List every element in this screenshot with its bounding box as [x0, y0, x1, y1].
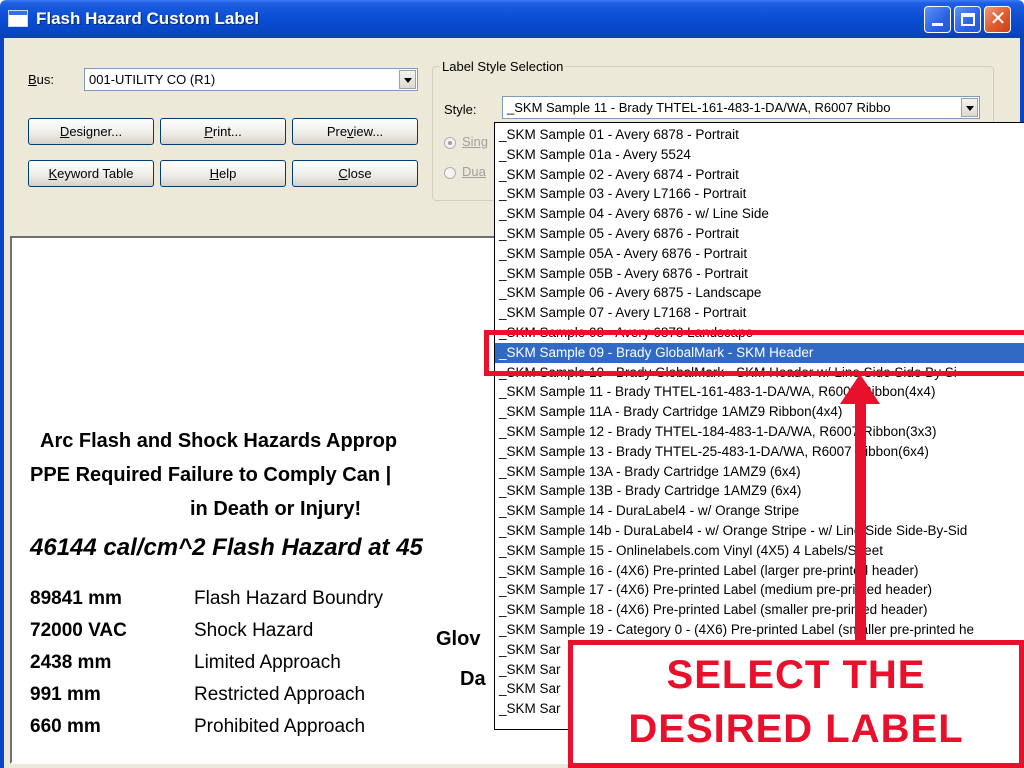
preview-heading-3: in Death or Injury!: [190, 498, 362, 520]
app-window-icon: [8, 10, 28, 27]
preview-flash-line: 46144 cal/cm^2 Flash Hazard at 45: [30, 534, 423, 561]
preview-row-value: 2438 mm: [30, 652, 112, 673]
bus-select-value: 001-UTILITY CO (R1): [89, 72, 216, 87]
keyword-label: eyword Table: [57, 166, 134, 181]
chevron-down-icon[interactable]: [399, 70, 416, 89]
dropdown-option[interactable]: _SKM Sample 04 - Avery 6876 - w/ Line Si…: [495, 204, 1024, 224]
preview-danger-partial: Da: [460, 668, 486, 690]
highlight-box: [484, 330, 1024, 376]
print-accel: P: [204, 124, 213, 139]
dropdown-option[interactable]: _SKM Sample 05A - Avery 6876 - Portrait: [495, 244, 1024, 264]
window-title: Flash Hazard Custom Label: [36, 9, 259, 28]
preview-label: iew...: [353, 124, 384, 139]
preview-row-value: 991 mm: [30, 684, 101, 705]
dropdown-option[interactable]: _SKM Sample 13B - Brady Cartridge 1AMZ9 …: [495, 481, 1024, 501]
close-button[interactable]: Close: [292, 160, 418, 187]
preview-button[interactable]: Preview...: [292, 118, 418, 145]
help-accel: H: [209, 166, 220, 181]
callout-line-1: SELECT THE: [666, 653, 926, 697]
preview-heading-2: PPE Required Failure to Comply Can |: [30, 464, 392, 486]
dropdown-option[interactable]: _SKM Sample 11A - Brady Cartridge 1AMZ9 …: [495, 402, 1024, 422]
dropdown-option[interactable]: _SKM Sample 15 - Onlinelabels.com Vinyl …: [495, 541, 1024, 561]
callout-line-2: DESIRED LABEL: [628, 707, 964, 751]
bus-label: Bus:: [28, 72, 54, 87]
label-style-group-title: Label Style Selection: [440, 59, 566, 74]
title-bar[interactable]: Flash Hazard Custom Label ✕: [0, 0, 1024, 38]
preview-row-desc: Limited Approach: [194, 652, 341, 673]
dual-radio[interactable]: [444, 167, 456, 179]
style-select[interactable]: _SKM Sample 11 - Brady THTEL-161-483-1-D…: [502, 96, 980, 119]
designer-accel: D: [59, 124, 70, 139]
arrow-shaft: [855, 400, 866, 642]
single-radio-label: Sing: [462, 134, 489, 149]
dual-radio-label: Dua: [462, 164, 486, 179]
close-accel: C: [338, 166, 348, 181]
dropdown-option[interactable]: _SKM Sample 13 - Brady THTEL-25-483-1-DA…: [495, 442, 1024, 462]
style-dropdown-list[interactable]: _SKM Sample 01 - Avery 6878 - Portrait _S…: [494, 122, 1024, 730]
designer-button[interactable]: Designer...: [28, 118, 154, 145]
preview-row-value: 89841 mm: [30, 588, 122, 609]
dropdown-option[interactable]: _SKM Sample 05 - Avery 6876 - Portrait: [495, 224, 1024, 244]
preview-row-desc: Prohibited Approach: [194, 716, 366, 737]
preview-row-desc: Flash Hazard Boundry: [194, 588, 384, 609]
dropdown-option[interactable]: _SKM Sample 17 - (4X6) Pre-printed Label…: [495, 580, 1024, 600]
dropdown-option[interactable]: _SKM Sample 07 - Avery L7168 - Portrait: [495, 303, 1024, 323]
minimize-icon: [932, 23, 943, 26]
help-button[interactable]: Help: [160, 160, 286, 187]
preview-row-value: 660 mm: [30, 716, 101, 737]
print-label: rint...: [212, 124, 242, 139]
minimize-button[interactable]: [924, 6, 951, 33]
dropdown-option[interactable]: _SKM Sample 02 - Avery 6874 - Portrait: [495, 165, 1024, 185]
help-label: elp: [219, 166, 237, 181]
dropdown-option[interactable]: _SKM Sample 06 - Avery 6875 - Landscape: [495, 283, 1024, 303]
dropdown-option[interactable]: _SKM Sample 19 - Category 0 - (4X6) Pre-…: [495, 620, 1024, 640]
close-window-button[interactable]: ✕: [984, 6, 1011, 33]
dropdown-option[interactable]: _SKM Sample 05B - Avery 6876 - Portrait: [495, 264, 1024, 284]
preview-glove-partial: Glov: [436, 628, 481, 650]
bus-label-accel: B: [28, 72, 37, 87]
dropdown-option[interactable]: _SKM Sample 01 - Avery 6878 - Portrait: [495, 125, 1024, 145]
single-radio[interactable]: [444, 137, 456, 149]
dropdown-option[interactable]: _SKM Sample 14b - DuraLabel4 - w/ Orange…: [495, 521, 1024, 541]
preview-label-pre: Pre: [326, 124, 348, 139]
bus-label-text: us:: [36, 72, 55, 87]
keyword-table-button[interactable]: Keyword Table: [28, 160, 154, 187]
style-select-value: _SKM Sample 11 - Brady THTEL-161-483-1-D…: [507, 100, 891, 115]
instruction-callout: SELECT THE DESIRED LABEL: [568, 640, 1024, 768]
dropdown-option[interactable]: _SKM Sample 11 - Brady THTEL-161-483-1-D…: [495, 382, 1024, 402]
preview-row-value: 72000 VAC: [30, 620, 127, 641]
chevron-down-icon[interactable]: [961, 98, 978, 117]
designer-label: esigner...: [69, 124, 123, 139]
dropdown-option[interactable]: _SKM Sample 13A - Brady Cartridge 1AMZ9 …: [495, 462, 1024, 482]
maximize-button[interactable]: [954, 6, 981, 33]
dropdown-option[interactable]: _SKM Sample 03 - Avery L7166 - Portrait: [495, 184, 1024, 204]
bus-select[interactable]: 001-UTILITY CO (R1): [84, 68, 418, 91]
preview-row-desc: Restricted Approach: [194, 684, 366, 705]
keyword-accel: K: [48, 166, 58, 181]
dropdown-option[interactable]: _SKM Sample 18 - (4X6) Pre-printed Label…: [495, 600, 1024, 620]
preview-row-desc: Shock Hazard: [194, 620, 314, 641]
close-icon: ✕: [989, 8, 1007, 30]
dropdown-option[interactable]: _SKM Sample 01a - Avery 5524: [495, 145, 1024, 165]
preview-heading-1: Arc Flash and Shock Hazards Approp: [40, 430, 398, 452]
close-label: lose: [347, 166, 372, 181]
dropdown-option[interactable]: _SKM Sample 12 - Brady THTEL-184-483-1-D…: [495, 422, 1024, 442]
dropdown-option[interactable]: _SKM Sample 14 - DuraLabel4 - w/ Orange …: [495, 501, 1024, 521]
print-button[interactable]: Print...: [160, 118, 286, 145]
maximize-icon: [961, 13, 975, 26]
dropdown-option[interactable]: _SKM Sample 16 - (4X6) Pre-printed Label…: [495, 561, 1024, 581]
style-label: Style:: [444, 102, 477, 117]
